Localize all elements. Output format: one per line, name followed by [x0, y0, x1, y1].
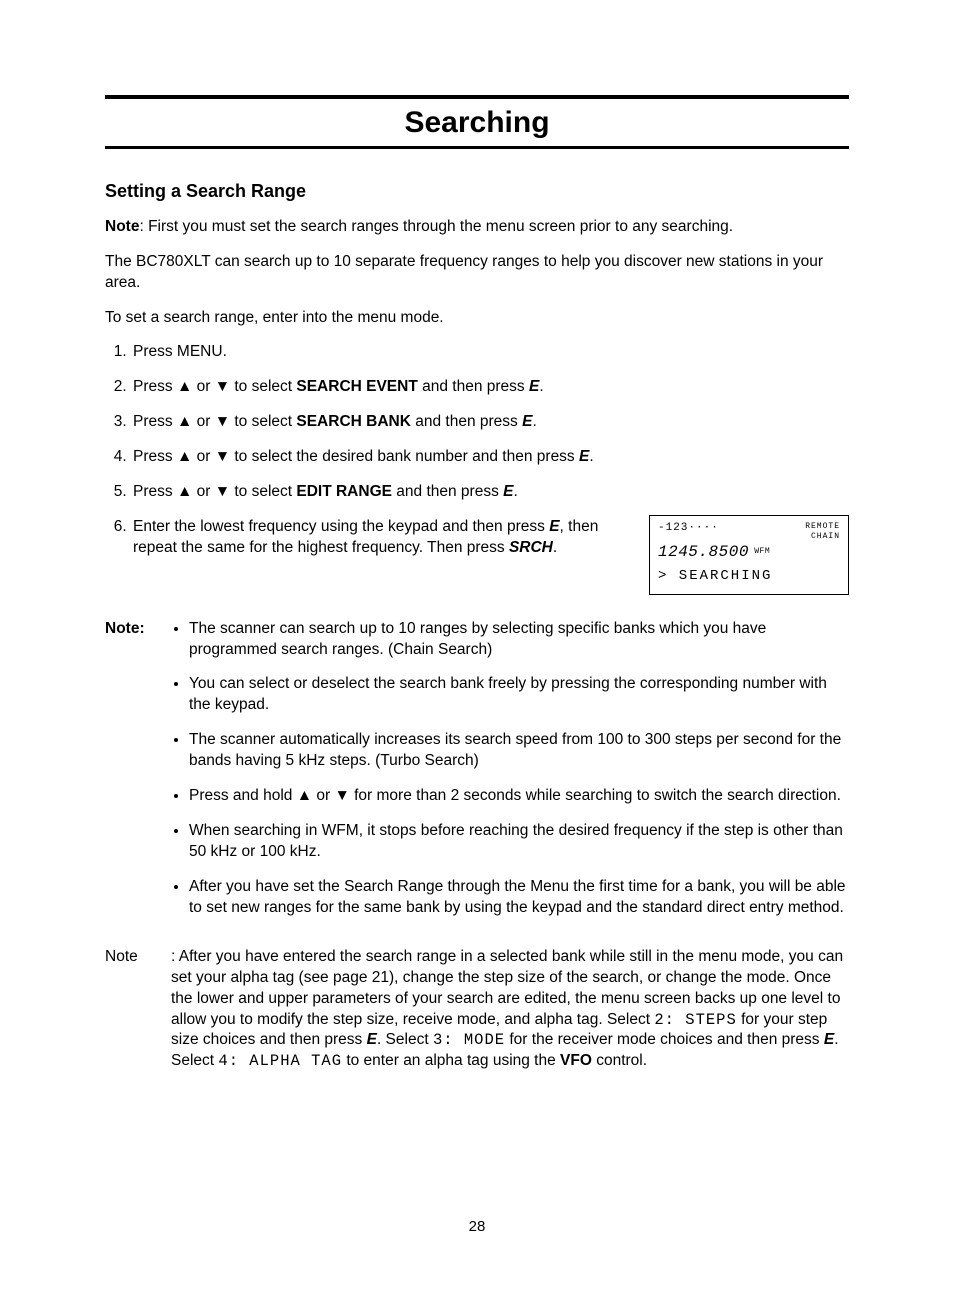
- steps-list: Press MENU. Press ▲ or ▼ to select SEARC…: [131, 342, 849, 594]
- intro-p1: The BC780XLT can search up to 10 separat…: [105, 252, 849, 294]
- up-arrow-icon: ▲: [297, 787, 312, 804]
- text: to select: [230, 483, 296, 500]
- text: Press: [133, 413, 177, 430]
- note2-body: : After you have entered the search rang…: [171, 947, 849, 1073]
- down-arrow-icon: ▼: [215, 448, 230, 465]
- page: Searching Setting a Search Range Note: F…: [0, 0, 954, 1297]
- step-6: Enter the lowest frequency using the key…: [131, 517, 849, 595]
- down-arrow-icon: ▼: [334, 787, 349, 804]
- page-title: Searching: [105, 103, 849, 144]
- term: EDIT RANGE: [296, 483, 392, 500]
- text: .: [589, 448, 593, 465]
- text: or: [312, 787, 334, 804]
- lcd-row1a: -123····: [658, 522, 719, 542]
- text: .: [532, 413, 536, 430]
- text: or: [192, 378, 214, 395]
- text: to select: [230, 413, 296, 430]
- lcd-mode: WFM: [749, 547, 770, 556]
- text: Press: [133, 378, 177, 395]
- lcd-frequency: 1245.8500: [658, 543, 749, 561]
- key-e: E: [824, 1031, 834, 1048]
- intro-note: Note: First you must set the search rang…: [105, 217, 849, 238]
- note-label: Note: [105, 218, 139, 235]
- text: .: [553, 539, 557, 556]
- text: or: [192, 483, 214, 500]
- menu-steps: 2: STEPS: [654, 1011, 736, 1029]
- vfo-control: VFO: [560, 1052, 592, 1069]
- text: .: [513, 483, 517, 500]
- bullet-5: When searching in WFM, it stops before r…: [189, 821, 849, 863]
- note-block: Note: The scanner can search up to 10 ra…: [105, 619, 849, 933]
- text: and then press: [392, 483, 503, 500]
- step-2: Press ▲ or ▼ to select SEARCH EVENT and …: [131, 377, 849, 398]
- down-arrow-icon: ▼: [215, 413, 230, 430]
- note-block-2: Note : After you have entered the search…: [105, 947, 849, 1073]
- term: SEARCH EVENT: [296, 378, 417, 395]
- text: .: [539, 378, 543, 395]
- bullet-1: The scanner can search up to 10 ranges b…: [189, 619, 849, 661]
- note-label: Note: [105, 620, 139, 637]
- key-e: E: [579, 448, 589, 465]
- down-arrow-icon: ▼: [215, 378, 230, 395]
- text: or: [192, 413, 214, 430]
- step-3: Press ▲ or ▼ to select SEARCH BANK and t…: [131, 412, 849, 433]
- menu-mode: 3: MODE: [433, 1031, 505, 1049]
- lcd-display: -123···· REMOTE CHAIN 1245.8500 WFM > SE…: [649, 515, 849, 595]
- text: to enter an alpha tag using the: [342, 1052, 560, 1069]
- lcd-status: > SEARCHING: [658, 568, 840, 586]
- text: . Select: [377, 1031, 433, 1048]
- bullet-4: Press and hold ▲ or ▼ for more than 2 se…: [189, 786, 849, 807]
- note-bullets: The scanner can search up to 10 ranges b…: [171, 619, 849, 919]
- down-arrow-icon: ▼: [215, 483, 230, 500]
- key-srch: SRCH: [509, 539, 553, 556]
- intro-p2: To set a search range, enter into the me…: [105, 308, 849, 329]
- bullet-6: After you have set the Search Range thro…: [189, 877, 849, 919]
- up-arrow-icon: ▲: [177, 483, 192, 500]
- text: Press: [133, 483, 177, 500]
- lcd-row1b: REMOTE CHAIN: [805, 522, 840, 542]
- text: to select: [230, 378, 296, 395]
- section-heading: Setting a Search Range: [105, 179, 849, 203]
- text: Press: [133, 448, 177, 465]
- text: for more than 2 seconds while searching …: [350, 787, 841, 804]
- key-e: E: [503, 483, 513, 500]
- page-number: 28: [0, 1217, 954, 1237]
- text: and then press: [411, 413, 522, 430]
- key-e: E: [549, 518, 559, 535]
- text: or: [192, 448, 214, 465]
- step-5: Press ▲ or ▼ to select EDIT RANGE and th…: [131, 482, 849, 503]
- up-arrow-icon: ▲: [177, 378, 192, 395]
- text: to select the desired bank number and th…: [230, 448, 579, 465]
- up-arrow-icon: ▲: [177, 413, 192, 430]
- note-label: Note: [105, 948, 138, 965]
- title-rule: Searching: [105, 95, 849, 149]
- menu-alphatag: 4: ALPHA TAG: [218, 1052, 342, 1070]
- text: and then press: [418, 378, 529, 395]
- bullet-2: You can select or deselect the search ba…: [189, 674, 849, 716]
- intro-note-text: : First you must set the search ranges t…: [139, 218, 733, 235]
- text: Press and hold: [189, 787, 297, 804]
- text: control.: [592, 1052, 647, 1069]
- bullet-3: The scanner automatically increases its …: [189, 730, 849, 772]
- up-arrow-icon: ▲: [177, 448, 192, 465]
- key-e: E: [529, 378, 539, 395]
- step-1: Press MENU.: [131, 342, 849, 363]
- text: Enter the lowest frequency using the key…: [133, 518, 549, 535]
- text: for the receiver mode choices and then p…: [505, 1031, 824, 1048]
- key-e: E: [367, 1031, 377, 1048]
- step-4: Press ▲ or ▼ to select the desired bank …: [131, 447, 849, 468]
- term: SEARCH BANK: [296, 413, 411, 430]
- key-e: E: [522, 413, 532, 430]
